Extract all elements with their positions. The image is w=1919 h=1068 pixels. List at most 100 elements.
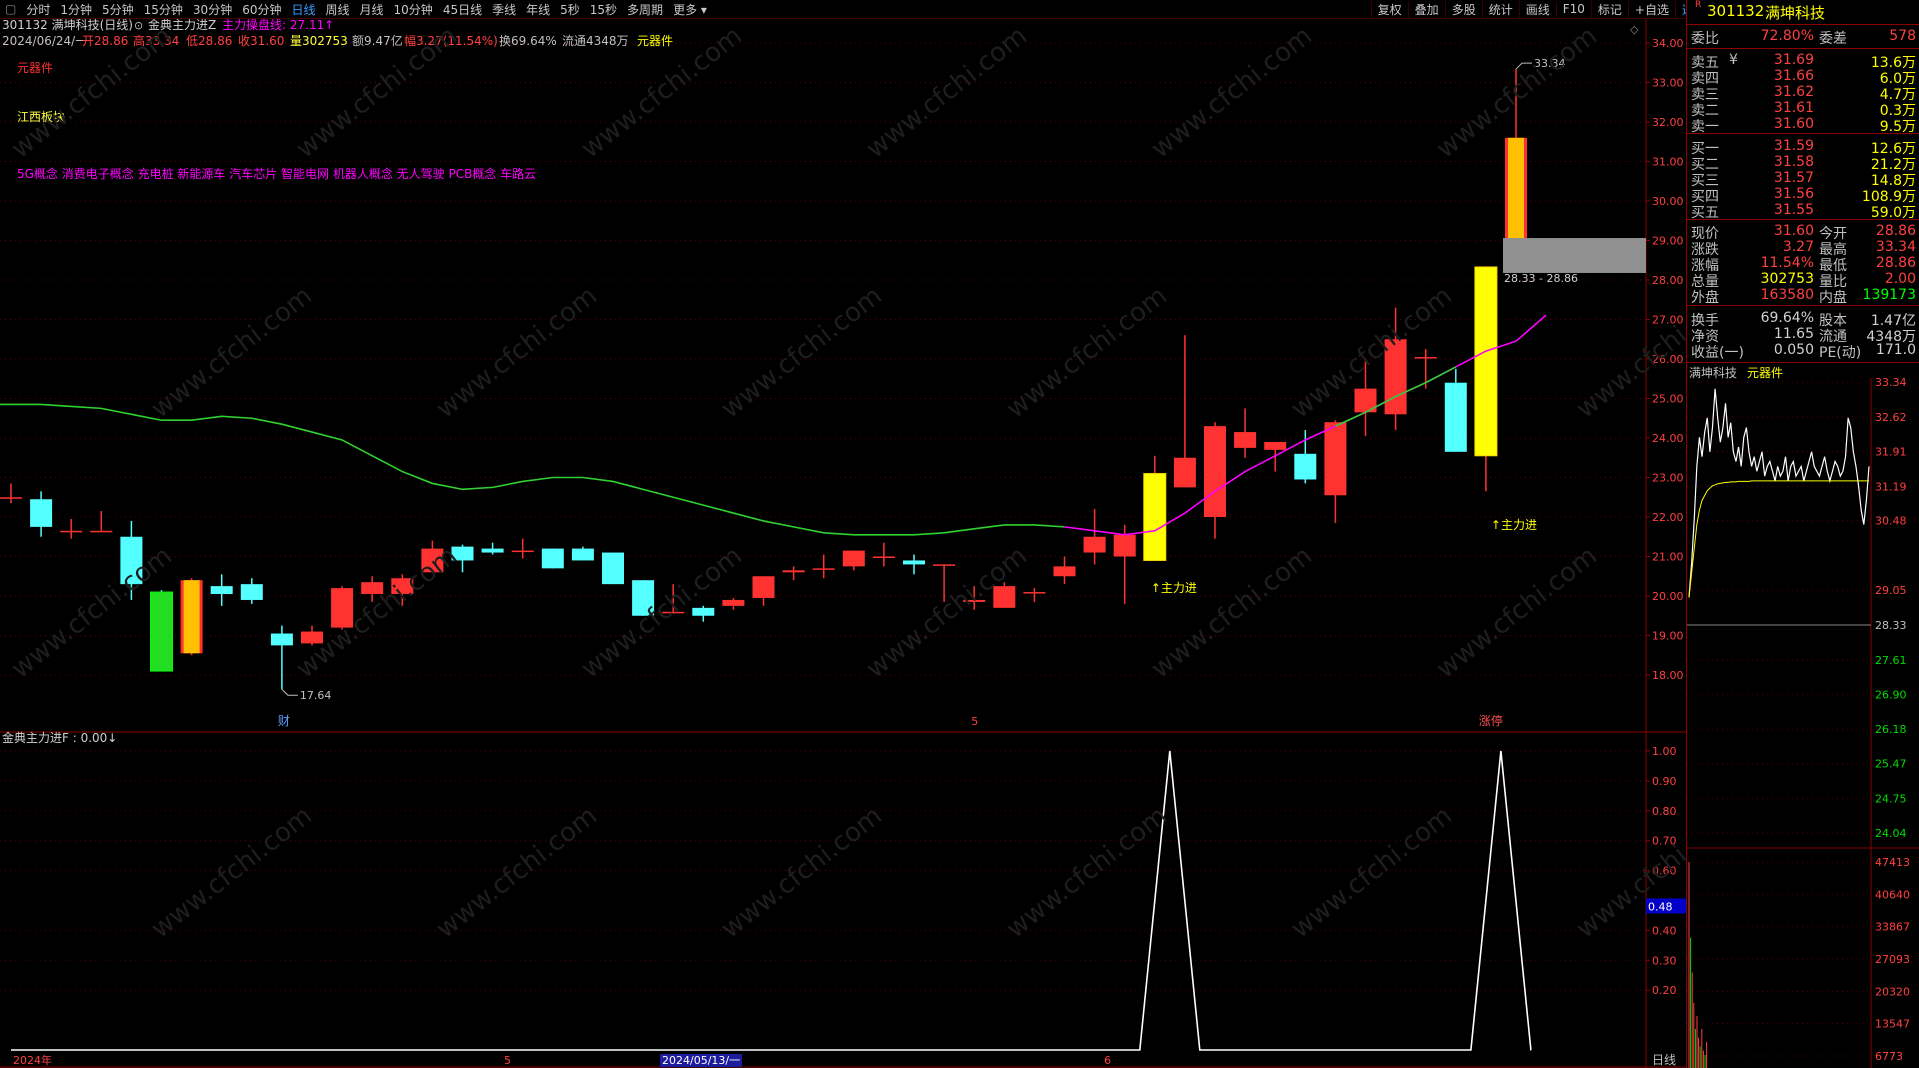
intraday-mini-chart[interactable]: 33.34 32.62 31.91 31.19 30.48 29.05 28.33 27.61… <box>1687 378 1919 1068</box>
industry-label: 元器件 <box>17 61 53 75</box>
mini-price-tick: 32.62 <box>1875 411 1907 424</box>
period-tab-15[interactable]: 多周期 <box>622 1 668 18</box>
candle[interactable] <box>1234 408 1257 458</box>
tool-button-7[interactable]: +自选 <box>1627 0 1675 18</box>
candle[interactable] <box>872 542 895 567</box>
watermark: www.cfchi.com <box>1571 801 1686 945</box>
candle-body-highlight <box>1474 266 1498 457</box>
tool-button-4[interactable]: 画线 <box>1518 0 1556 18</box>
candle-body <box>60 530 83 533</box>
candle[interactable] <box>1173 335 1196 488</box>
period-tab-5[interactable]: 60分钟 <box>237 1 286 18</box>
watermark: www.cfchi.com <box>1146 541 1318 685</box>
candle[interactable] <box>1083 509 1106 565</box>
candle[interactable] <box>0 483 22 504</box>
candle[interactable] <box>752 576 775 606</box>
tool-button-5[interactable]: F10 <box>1555 2 1591 16</box>
period-tab-16[interactable]: 更多 ▾ <box>668 1 712 18</box>
ask-row: 卖一 31.60 9.5万 <box>1687 115 1919 135</box>
period-tab-8[interactable]: 月线 <box>355 1 389 18</box>
candle[interactable] <box>903 554 925 575</box>
tool-button-6[interactable]: 标记 <box>1590 0 1628 18</box>
period-tab-7[interactable]: 周线 <box>321 1 355 18</box>
period-tab-3[interactable]: 15分钟 <box>139 1 188 18</box>
candle[interactable] <box>1113 524 1136 604</box>
candle[interactable] <box>1264 441 1287 472</box>
candle-body <box>602 552 624 585</box>
period-tab-0[interactable]: 分时 <box>21 1 55 18</box>
weibi-label: 委比 <box>1691 31 1719 47</box>
candle[interactable] <box>1143 455 1167 561</box>
candle-body <box>270 633 293 646</box>
candle[interactable] <box>240 578 263 604</box>
stat-label: 外盘 <box>1691 290 1719 306</box>
period-tab-10[interactable]: 45日线 <box>438 1 487 18</box>
candle[interactable] <box>150 590 173 672</box>
candle[interactable] <box>541 548 564 569</box>
stat2-row: 收益(一) 0.050 PE(动) 171.0 <box>1687 341 1919 361</box>
price-tick-label: 34.00 <box>1652 37 1684 50</box>
candle[interactable] <box>782 566 805 581</box>
candle[interactable] <box>1204 422 1226 539</box>
info-turnover: 换69.64% <box>499 34 557 48</box>
candle[interactable] <box>1053 556 1076 585</box>
candle[interactable] <box>571 546 594 561</box>
candle[interactable] <box>602 552 624 585</box>
candle-body <box>0 497 22 499</box>
candle[interactable] <box>1023 588 1046 602</box>
period-tab-13[interactable]: 5秒 <box>555 1 585 18</box>
period-tab-1[interactable]: 1分钟 <box>55 1 97 18</box>
mini-price-tick: 31.91 <box>1875 445 1907 458</box>
finance-marker: 财 <box>278 714 290 728</box>
period-tabs: ▢ 分时 1分钟 5分钟 15分钟 30分钟 60分钟 日线 周线 月线 10分钟 45日线 季线 年线… <box>0 1 712 18</box>
separator <box>1687 305 1919 306</box>
separator <box>1687 24 1919 25</box>
tool-button-3[interactable]: 统计 <box>1481 0 1519 18</box>
diamond-icon[interactable]: ◇ <box>1630 23 1639 36</box>
candle[interactable] <box>60 518 83 539</box>
tool-button-2[interactable]: 多股 <box>1444 0 1482 18</box>
tool-button-1[interactable]: 叠加 <box>1407 0 1445 18</box>
candle[interactable] <box>270 625 293 690</box>
bid-price: 31.59 <box>1773 138 1814 154</box>
tool-button-0[interactable]: 复权 <box>1370 0 1408 18</box>
candle-body-inner <box>1508 137 1524 247</box>
watermark: www.cfchi.com <box>431 801 603 945</box>
candle[interactable] <box>90 511 113 533</box>
stat-value: 2.00 <box>1884 271 1916 287</box>
mini-price-tick: 31.19 <box>1875 480 1907 493</box>
mini-price-tick: 25.47 <box>1875 758 1907 771</box>
candle[interactable] <box>180 578 203 656</box>
candle[interactable] <box>210 574 233 606</box>
limit-up-marker: 涨停 <box>1479 713 1503 728</box>
candle[interactable] <box>842 550 865 571</box>
candle[interactable] <box>481 542 504 555</box>
mini-price-tick: 24.04 <box>1875 827 1907 840</box>
stat-value: 28.86 <box>1875 223 1916 239</box>
stat-label: 内盘 <box>1819 290 1847 306</box>
period-tab-12[interactable]: 年线 <box>521 1 555 18</box>
watermark: www.cfchi.com <box>1001 281 1173 425</box>
period-tab-9[interactable]: 10分钟 <box>389 1 438 18</box>
period-tab-2[interactable]: 5分钟 <box>97 1 139 18</box>
period-tab-14[interactable]: 15秒 <box>585 1 622 18</box>
candle[interactable] <box>692 605 715 622</box>
period-tab-4[interactable]: 30分钟 <box>188 1 237 18</box>
candle[interactable] <box>1474 266 1498 492</box>
period-tab-11[interactable]: 季线 <box>487 1 521 18</box>
candle[interactable] <box>511 538 534 559</box>
menu-icon[interactable]: ▢ <box>0 2 21 16</box>
candle[interactable] <box>812 554 835 579</box>
info-open: 开28.86 <box>82 34 128 48</box>
candle[interactable] <box>1444 368 1467 452</box>
candle[interactable] <box>1324 420 1347 523</box>
watermark: www.cfchi.com <box>146 801 318 945</box>
main-chart[interactable]: 34.0033.0032.0031.0030.0029.0028.0027.00… <box>0 19 1686 1068</box>
signal-label: ↑主力进 <box>1151 581 1197 595</box>
candle[interactable] <box>1294 430 1317 484</box>
candle-body <box>1204 426 1226 517</box>
mini-volume-tick: 33867 <box>1875 921 1910 934</box>
candle[interactable] <box>30 491 53 537</box>
candle[interactable] <box>722 597 745 610</box>
period-tab-6[interactable]: 日线 <box>286 1 320 18</box>
